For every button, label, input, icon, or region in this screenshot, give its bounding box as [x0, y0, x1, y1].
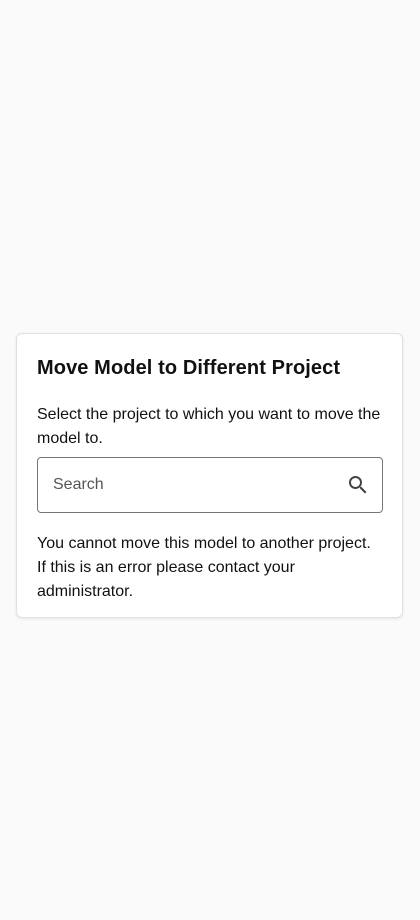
search-input[interactable]: [53, 476, 346, 494]
dialog-description: Select the project to which you want to …: [37, 406, 381, 447]
move-model-dialog: Move Model to Different Project Select t…: [16, 333, 403, 618]
project-search-field[interactable]: [37, 457, 383, 513]
move-restriction-message: You cannot move this model to another pr…: [37, 535, 371, 600]
dialog-title: Move Model to Different Project: [37, 357, 341, 379]
page: Move Model to Different Project Select t…: [0, 0, 420, 920]
search-icon[interactable]: [346, 473, 370, 497]
